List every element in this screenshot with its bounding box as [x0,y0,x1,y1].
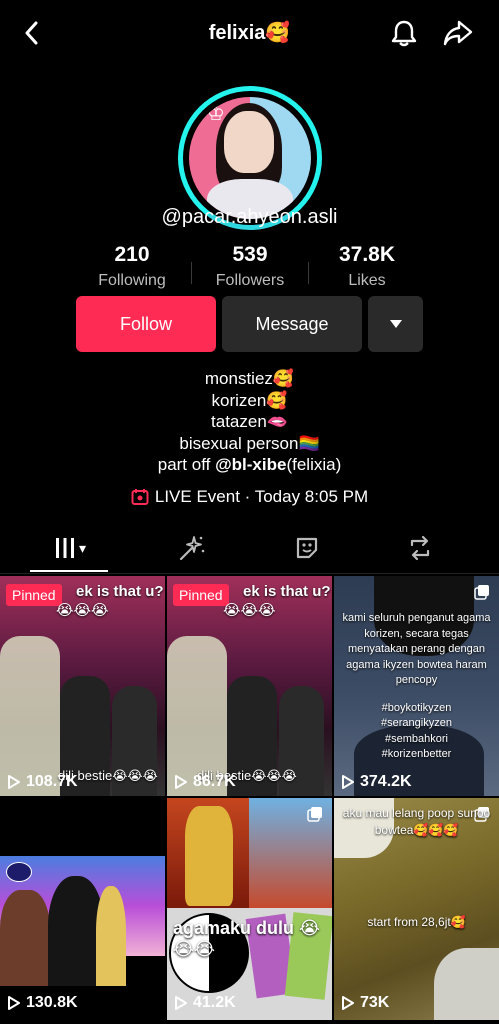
view-count: 73K [342,994,389,1012]
live-event[interactable]: LIVE Event · Today 8:05 PM [0,487,499,507]
live-calendar-icon [131,489,149,505]
video-thumbnail[interactable]: 130.8K [0,798,165,1020]
video-caption: start from 28,6jt🥰 [367,915,466,929]
more-options-button[interactable] [368,296,423,352]
view-count: 374.2K [342,773,412,791]
tab-caret: ▾ [78,539,87,556]
stat-likes[interactable]: 37.8K Likes [312,243,422,290]
play-icon [8,775,20,789]
tab-stickers[interactable] [277,528,337,568]
video-caption: 😭😭😭 [223,602,276,619]
bio-line: tatazen🫦 [211,412,288,431]
play-icon [342,775,354,789]
tab-videos[interactable]: ▾ [40,528,100,568]
tab-favorites[interactable] [162,528,222,568]
multi-photo-icon [307,807,322,822]
stat-followers[interactable]: 539 Followers [195,243,305,290]
multi-photo-icon [474,585,489,600]
caret-down-icon [389,320,402,328]
page-title: felixia🥰 [208,22,291,44]
video-thumbnail[interactable]: Pinned ek is that u? 😭😭😭 dili bestie😭😭😭 … [167,576,332,796]
tab-reposts[interactable] [390,528,450,568]
mention-link[interactable]: @bl-xibe [215,455,286,474]
grid-icon [55,538,74,558]
video-caption: ek is that u? [243,583,331,600]
video-caption: ek is that u? [76,583,164,600]
avatar[interactable]: ♔ [189,97,311,219]
bell-icon [391,20,417,47]
active-tab-indicator [30,570,108,572]
video-caption: 😭😭😭 [56,602,109,619]
stat-divider [191,262,192,284]
bio-line: part off @bl-xibe(felixia) [157,455,342,474]
sticker-icon [296,537,318,559]
follow-button[interactable]: Follow [76,296,216,352]
view-count: 41.2K [175,994,236,1012]
video-thumbnail[interactable]: kami seluruh penganut agama korizen, sec… [334,576,499,796]
view-count: 130.8K [8,994,78,1012]
profile-handle: @pacar.ahyeon.asli [161,206,338,228]
share-button[interactable] [440,15,476,51]
play-icon [175,996,187,1010]
repost-icon [410,535,430,561]
video-thumbnail[interactable]: Pinned ek is that u? 😭😭😭 dili bestie😭😭😭 … [0,576,165,796]
stat-following[interactable]: 210 Following [77,243,187,290]
video-caption-block: kami seluruh penganut agama korizen, sec… [342,612,491,760]
pinned-badge: Pinned [173,584,229,606]
crown-icon: ♔ [207,103,225,125]
video-caption: agamaku dulu 😭😭😭 [173,918,321,959]
play-icon [342,996,354,1010]
stat-divider [308,262,309,284]
play-icon [175,775,187,789]
bio-line: bisexual person🏳️‍🌈 [179,433,320,453]
bio-line: korizen🥰 [211,390,288,410]
share-icon [443,20,473,46]
bio-line: monstiez🥰 [204,369,295,388]
bio: monstiez🥰 korizen🥰 tatazen🫦 bisexual per… [0,368,499,476]
message-button[interactable]: Message [222,296,362,352]
view-count: 108.7K [8,773,78,791]
play-icon [8,996,20,1010]
live-event-label: LIVE Event · Today 8:05 PM [154,487,369,506]
video-thumbnail[interactable]: aku mau lelang poop sunoo bowtea🥰🥰🥰 star… [334,798,499,1020]
video-caption-block: aku mau lelang poop sunoo bowtea🥰🥰🥰 [342,806,491,837]
view-count: 86.7K [175,773,236,791]
sparkle-icon [179,536,205,561]
notification-button[interactable] [386,15,422,51]
pinned-badge: Pinned [6,584,62,606]
video-thumbnail[interactable]: agamaku dulu 😭😭😭 41.2K [167,798,332,1020]
